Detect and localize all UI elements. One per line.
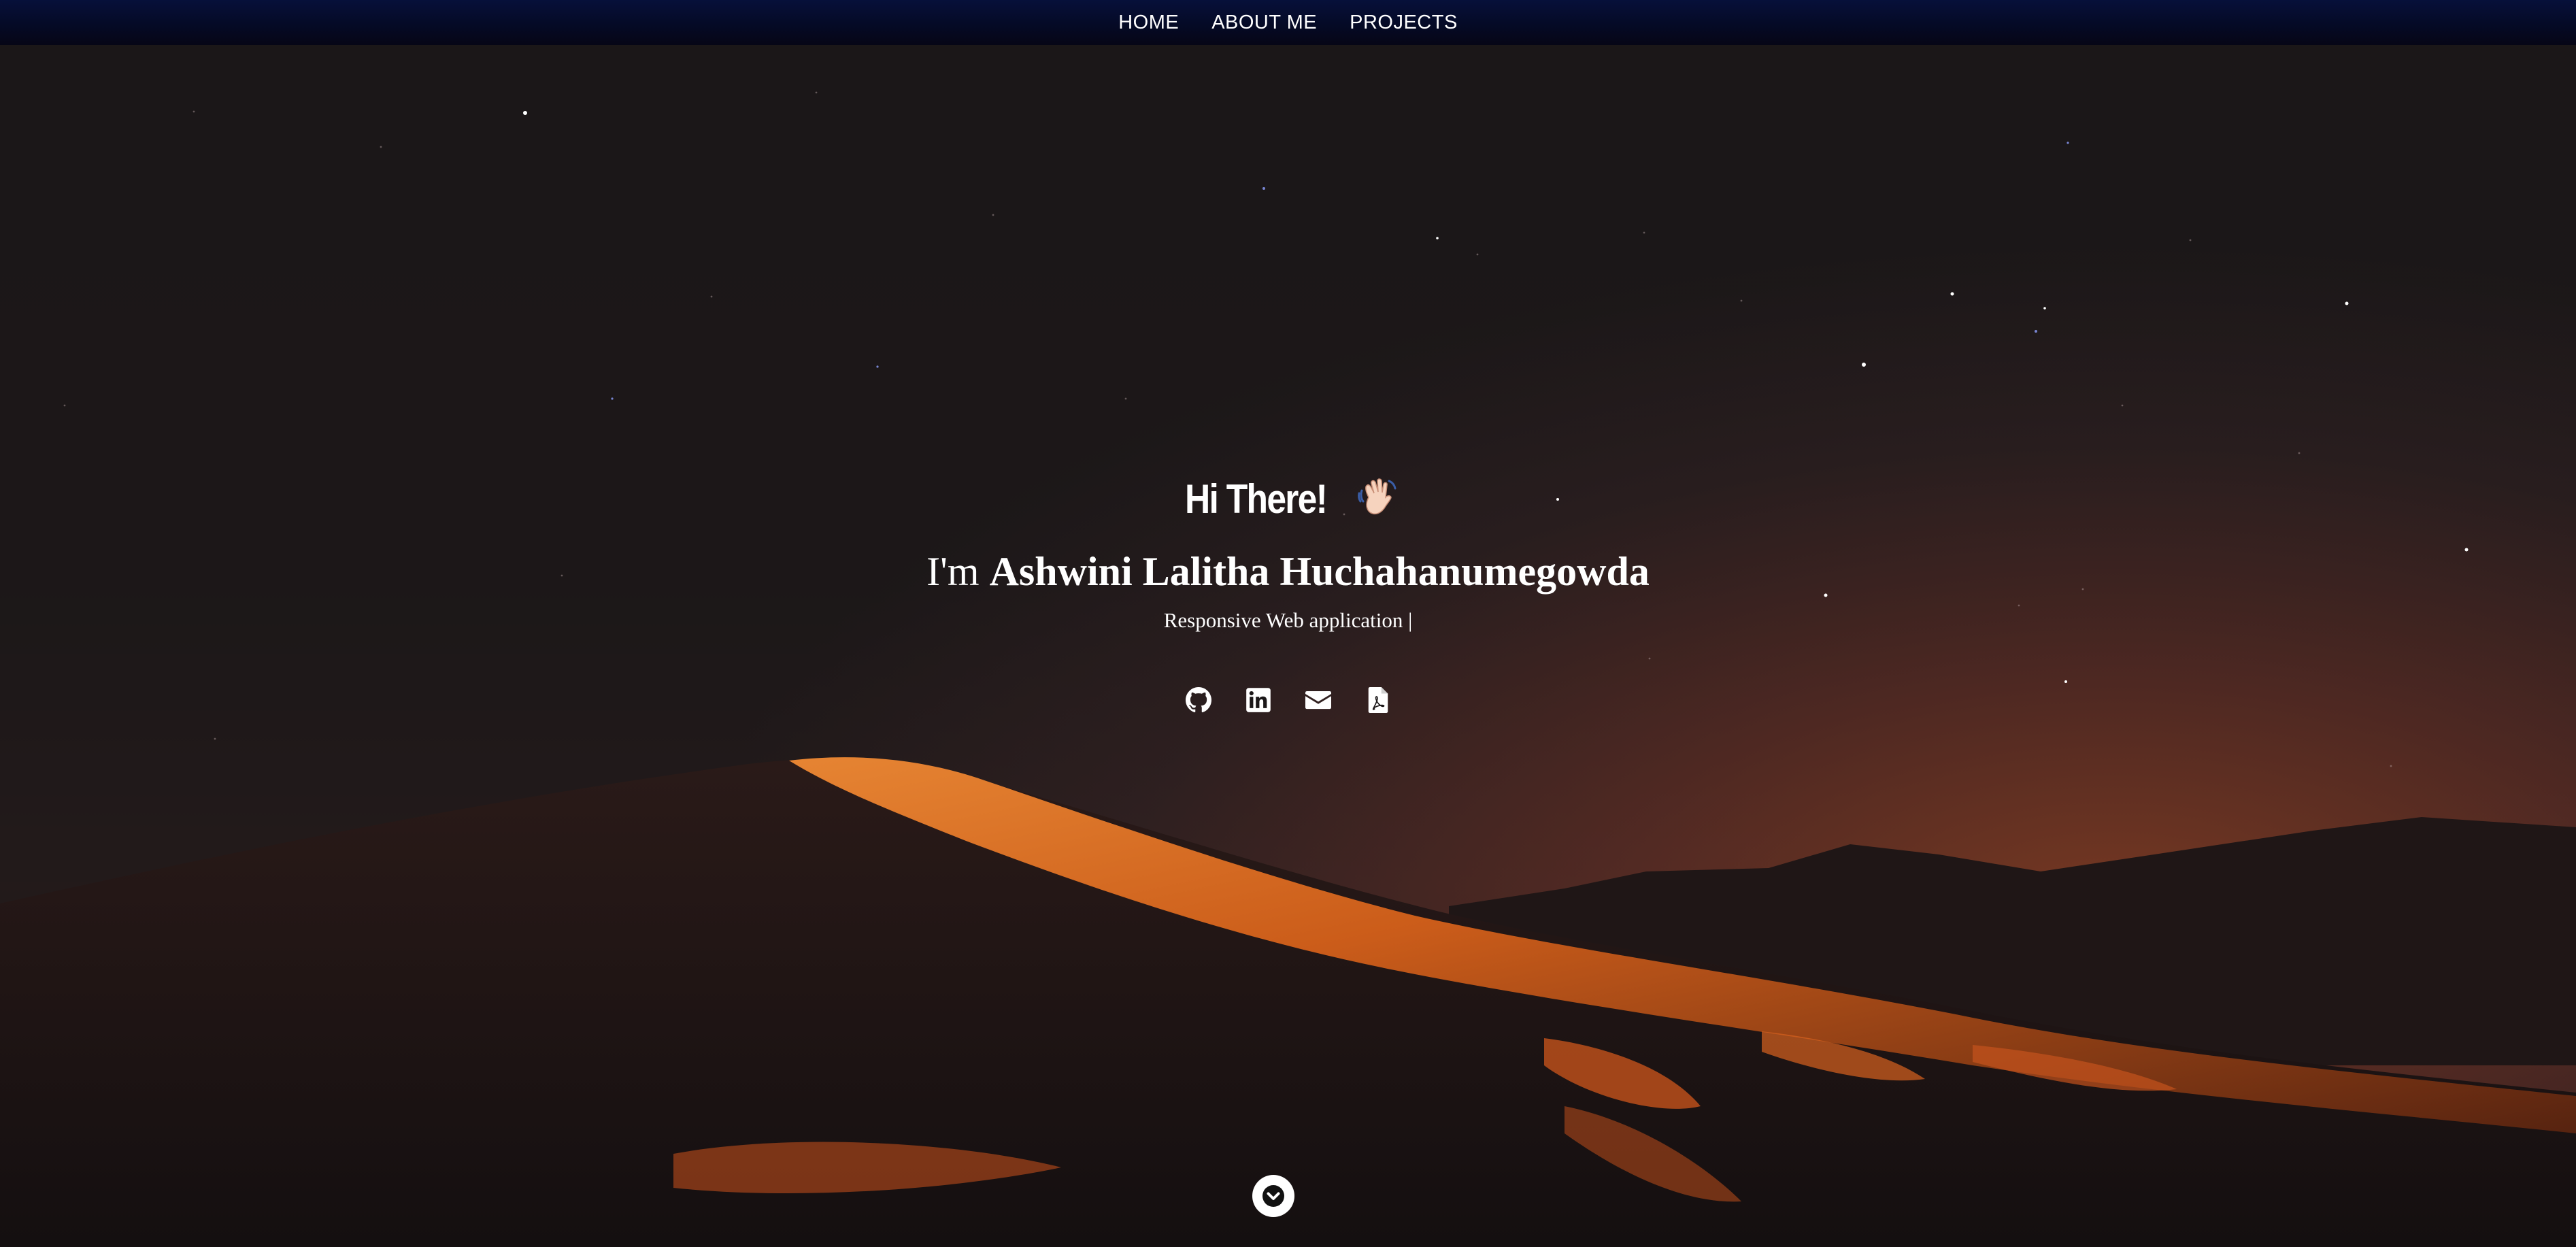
intro-name: I'm Ashwini Lalitha Huchahanumegowda — [0, 544, 2576, 599]
top-navbar: HOME ABOUT ME PROJECTS — [0, 0, 2576, 45]
name-prefix: I'm — [926, 549, 980, 594]
waving-hand-icon — [1354, 474, 1403, 523]
desert-background — [0, 45, 2576, 1247]
chevron-down-icon — [1262, 1184, 1285, 1208]
nav-home-link[interactable]: HOME — [1118, 12, 1179, 34]
email-icon[interactable] — [1305, 687, 1331, 713]
nav-projects-link[interactable]: PROJECTS — [1350, 12, 1458, 34]
github-icon[interactable] — [1185, 687, 1211, 713]
typed-subtitle: Responsive Web application | — [1163, 608, 1413, 632]
greeting-row: Hi There! — [0, 468, 2576, 529]
social-links — [0, 687, 2576, 713]
scroll-down-button[interactable] — [1252, 1175, 1294, 1217]
nav-about-link[interactable]: ABOUT ME — [1211, 12, 1317, 34]
full-name: Ashwini Lalitha Huchahanumegowda — [989, 549, 1650, 594]
greeting-heading: Hi There! — [1185, 476, 1328, 522]
pdf-icon[interactable] — [1365, 687, 1391, 713]
linkedin-icon[interactable] — [1245, 687, 1271, 713]
